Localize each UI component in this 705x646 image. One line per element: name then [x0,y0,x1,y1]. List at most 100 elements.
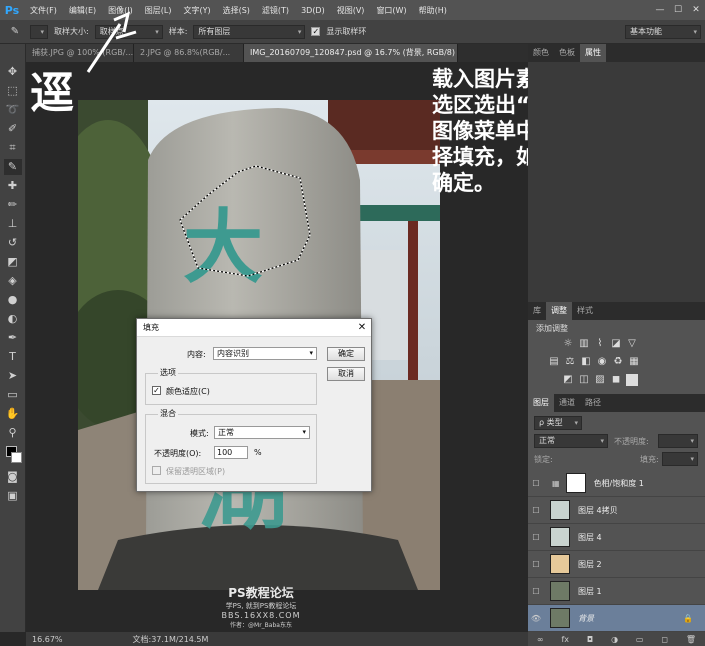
quick-mask-icon[interactable]: ◙ [4,469,22,485]
link-icon[interactable]: ∞ [537,635,544,644]
photo-filter-icon[interactable]: ◉ [596,356,608,368]
layer-row[interactable]: ☐ 图层 4拷贝 [528,497,705,524]
path-select-icon[interactable]: ➤ [4,368,22,384]
hand-tool-icon[interactable]: ✋ [4,406,22,422]
marquee-tool-icon[interactable]: ⬚ [4,83,22,99]
dodge-tool-icon[interactable]: ◐ [4,311,22,327]
shape-tool-icon[interactable]: ▭ [4,387,22,403]
quick-select-tool-icon[interactable]: ✐ [4,121,22,137]
visibility-toggle[interactable]: ☐ [528,506,544,515]
menu-filter[interactable]: 滤镜(T) [256,5,295,16]
mask-icon[interactable]: ◘ [587,635,593,644]
eye-icon[interactable]: 👁 [528,614,544,623]
tab-libraries[interactable]: 库 [528,302,546,320]
menu-select[interactable]: 选择(S) [217,5,256,16]
maximize-button[interactable]: ☐ [669,5,687,15]
tab-psd[interactable]: IMG_20160709_120847.psd @ 16.7% (背景, RGB… [244,44,458,62]
visibility-toggle[interactable]: ☐ [528,587,544,596]
cancel-button[interactable]: 取消 [327,367,365,381]
menu-view[interactable]: 视图(V) [331,5,371,16]
layer-filter-select[interactable]: ρ 类型 [534,416,582,430]
paint-bucket-icon[interactable]: ◈ [4,273,22,289]
brightness-icon[interactable]: ☼ [562,338,574,350]
close-icon[interactable]: ✕ [353,322,371,333]
menu-3d[interactable]: 3D(D) [295,6,331,15]
menu-type[interactable]: 文字(Y) [177,5,216,16]
move-tool-icon[interactable]: ✥ [4,64,22,80]
tab-color[interactable]: 颜色 [528,44,554,62]
menu-window[interactable]: 窗口(W) [370,5,412,16]
type-tool-icon[interactable]: T [4,349,22,365]
fx-icon[interactable]: fx [561,635,569,644]
eyedropper-icon[interactable]: ✎ [6,24,24,40]
tab-layers[interactable]: 图层 [528,394,554,412]
lasso-tool-icon[interactable]: ➰ [4,102,22,118]
tool-preset-picker[interactable] [30,24,48,39]
tab-swatches[interactable]: 色板 [554,44,580,62]
tab-styles[interactable]: 样式 [572,302,598,320]
menu-help[interactable]: 帮助(H) [413,5,453,16]
show-ring-checkbox[interactable]: ✓ [311,27,321,36]
preserve-transparency-checkbox[interactable] [152,466,161,475]
levels-icon[interactable]: ▥ [578,338,590,350]
tab-image-2[interactable]: 2.JPG @ 86.8%(RGB/... [134,44,244,62]
dialog-titlebar[interactable]: 填充 ✕ [137,319,371,337]
color-lookup-icon[interactable]: ▦ [628,356,640,368]
crop-tool-icon[interactable]: ⌗ [4,140,22,156]
tab-paths[interactable]: 路径 [580,394,606,412]
visibility-toggle[interactable]: ☐ [528,560,544,569]
curves-icon[interactable]: ⌇ [594,338,606,350]
layers-fill-input[interactable] [662,452,698,466]
blur-tool-icon[interactable]: ● [4,292,22,308]
opacity-input[interactable]: 100 [214,446,248,459]
trash-icon[interactable]: 🗑 [686,635,696,644]
brush-tool-icon[interactable]: ✏ [4,197,22,213]
workspace-select[interactable]: 基本功能 [625,24,701,39]
selective-color-icon[interactable]: ◼ [610,374,622,386]
layer-row[interactable]: ☐ 图层 2 [528,551,705,578]
tab-properties[interactable]: 属性 [580,44,606,62]
new-layer-icon[interactable]: ◻ [661,635,668,644]
vibrance-icon[interactable]: ▽ [626,338,638,350]
visibility-toggle[interactable]: ☐ [528,533,544,542]
content-select[interactable]: 内容识别 [213,347,317,360]
close-window-button[interactable]: ✕ [687,5,705,15]
layer-row[interactable]: ☐ ▦ 色相/饱和度 1 [528,470,705,497]
sample-select[interactable]: 所有图层 [193,24,306,39]
eraser-tool-icon[interactable]: ◩ [4,254,22,270]
folder-icon[interactable]: ▭ [636,635,644,644]
mode-select[interactable]: 正常 [214,426,310,439]
pen-tool-icon[interactable]: ✒ [4,330,22,346]
zoom-level[interactable]: 16.67% [32,635,63,644]
gradient-map-icon[interactable] [626,374,638,386]
tab-channels[interactable]: 通道 [554,394,580,412]
posterize-icon[interactable]: ◫ [578,374,590,386]
layer-row[interactable]: 👁 背景 🔒 [528,605,705,632]
menu-layer[interactable]: 图层(L) [139,5,178,16]
layers-opacity-input[interactable] [658,434,698,448]
color-swatches-icon[interactable] [4,444,22,466]
eyedropper-tool-icon[interactable]: ✎ [3,159,22,175]
menu-file[interactable]: 文件(F) [24,5,63,16]
invert-icon[interactable]: ◩ [562,374,574,386]
zoom-tool-icon[interactable]: ⚲ [4,425,22,441]
color-balance-icon[interactable]: ⚖ [564,356,576,368]
ok-button[interactable]: 确定 [327,347,365,361]
clone-stamp-icon[interactable]: ⊥ [4,216,22,232]
visibility-toggle[interactable]: ☐ [528,479,544,488]
exposure-icon[interactable]: ◪ [610,338,622,350]
hue-sat-icon[interactable]: ▤ [548,356,560,368]
history-brush-icon[interactable]: ↺ [4,235,22,251]
channel-mixer-icon[interactable]: ♻ [612,356,624,368]
adjustment-icon[interactable]: ◑ [611,635,618,644]
color-adapt-checkbox[interactable]: ✓ [152,386,161,395]
screen-mode-icon[interactable]: ▣ [4,488,22,504]
layer-row[interactable]: ☐ 图层 1 [528,578,705,605]
threshold-icon[interactable]: ▨ [594,374,606,386]
layer-row[interactable]: ☐ 图层 4 [528,524,705,551]
tab-adjustments[interactable]: 调整 [546,302,572,320]
minimize-button[interactable]: — [651,5,669,15]
bw-icon[interactable]: ◧ [580,356,592,368]
blend-mode-select[interactable]: 正常 [534,434,608,448]
healing-brush-icon[interactable]: ✚ [4,178,22,194]
